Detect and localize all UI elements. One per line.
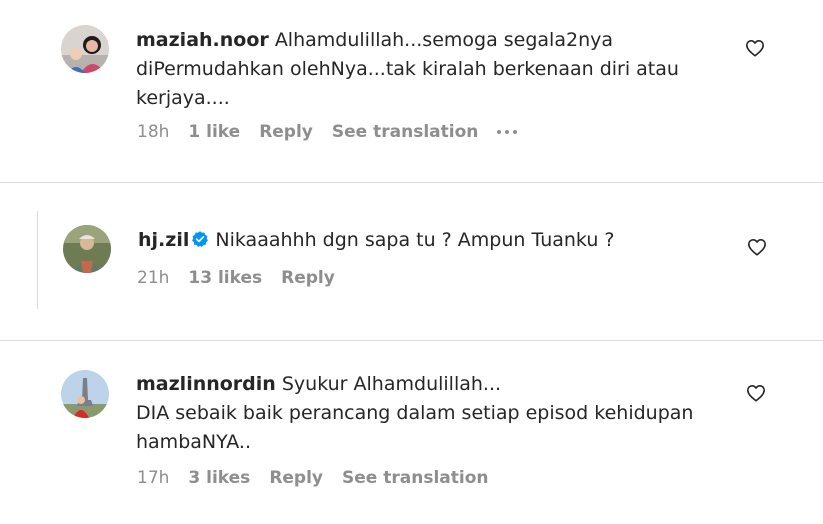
verified-badge-icon xyxy=(192,231,209,248)
see-translation-button[interactable]: See translation xyxy=(342,468,488,488)
avatar[interactable] xyxy=(61,25,109,73)
likes-count[interactable]: 13 likes xyxy=(188,268,262,288)
avatar-photo xyxy=(61,370,109,418)
comment-timestamp[interactable]: 18h xyxy=(137,122,169,142)
avatar[interactable] xyxy=(63,225,111,273)
divider xyxy=(0,340,823,341)
avatar-photo xyxy=(61,25,109,73)
likes-count[interactable]: 1 like xyxy=(188,122,240,142)
comment-meta: 17h 3 likes Reply See translation xyxy=(137,466,507,490)
heart-outline-icon[interactable] xyxy=(745,39,765,57)
avatar[interactable] xyxy=(61,370,109,418)
heart-outline-icon[interactable] xyxy=(746,384,766,402)
username-link[interactable]: hj.zil xyxy=(138,229,189,251)
comments-panel: maziah.noor Alhamdulillah...semoga segal… xyxy=(0,0,823,524)
comment-text-block: maziah.noor Alhamdulillah...semoga segal… xyxy=(136,26,696,113)
more-options-icon[interactable] xyxy=(497,130,518,134)
comment-meta: 21h 13 likes Reply xyxy=(137,266,354,290)
comment-body: Nikaaahhh dgn sapa tu ? Ampun Tuanku ? xyxy=(215,229,615,251)
thread-line xyxy=(37,211,38,309)
reply-button[interactable]: Reply xyxy=(281,268,335,288)
avatar-photo xyxy=(63,225,111,273)
comment-meta: 18h 1 like Reply See translation xyxy=(137,120,536,144)
username-link[interactable]: maziah.noor xyxy=(136,29,269,51)
likes-count[interactable]: 3 likes xyxy=(188,468,250,488)
comment-text-block: hj.zil Nikaaahhh dgn sapa tu ? Ampun Tua… xyxy=(138,226,698,255)
comment-text-block: mazlinnordin Syukur Alhamdulillah... DIA… xyxy=(136,370,696,457)
see-translation-button[interactable]: See translation xyxy=(332,122,478,142)
heart-outline-icon[interactable] xyxy=(747,238,767,256)
username-link[interactable]: mazlinnordin xyxy=(136,373,276,395)
reply-button[interactable]: Reply xyxy=(259,122,313,142)
divider xyxy=(0,182,823,183)
comment-timestamp[interactable]: 21h xyxy=(137,268,169,288)
comment-timestamp[interactable]: 17h xyxy=(137,468,169,488)
reply-button[interactable]: Reply xyxy=(269,468,323,488)
